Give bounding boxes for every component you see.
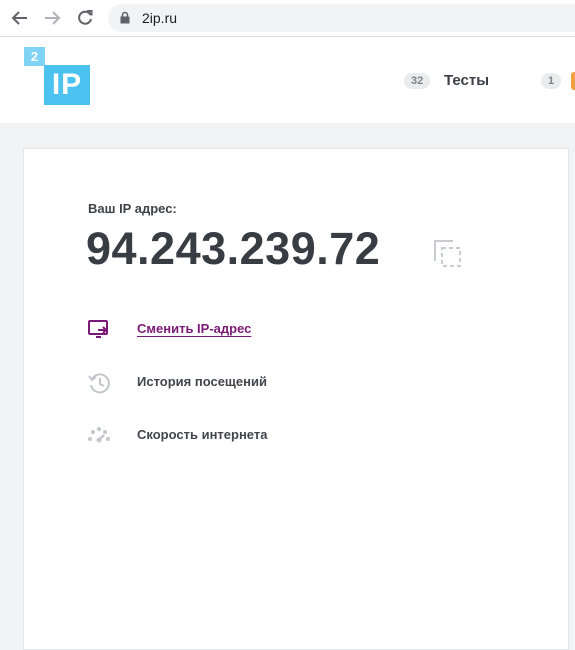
- site-header: 2 IP 32 Тесты 1: [0, 37, 575, 123]
- change-ip-link[interactable]: Сменить IP-адрес: [137, 321, 251, 336]
- tests-count-badge: 32: [404, 73, 431, 89]
- url-text: 2ip.ru: [142, 10, 178, 26]
- back-icon[interactable]: [10, 8, 30, 28]
- address-bar[interactable]: 2ip.ru: [108, 4, 575, 32]
- logo-badge: 2: [24, 47, 45, 66]
- logo-main: IP: [44, 65, 90, 105]
- change-ip-icon: [87, 318, 113, 342]
- ip-label: Ваш IP адрес:: [88, 201, 177, 216]
- browser-toolbar: 2ip.ru: [0, 0, 575, 37]
- nav-tests-link[interactable]: Тесты: [444, 72, 489, 89]
- forward-icon[interactable]: [42, 8, 62, 28]
- speed-link[interactable]: Скорость интернета: [137, 427, 267, 442]
- speedometer-icon: [87, 424, 113, 448]
- nav-item-icon[interactable]: [571, 72, 575, 90]
- reload-icon[interactable]: [75, 8, 95, 28]
- lock-icon: [120, 11, 130, 29]
- ip-card: Ваш IP адрес: 94.243.239.72 Сменить IP-а…: [23, 148, 569, 650]
- history-icon: [87, 371, 113, 395]
- second-count-badge: 1: [541, 73, 562, 89]
- history-link[interactable]: История посещений: [137, 374, 267, 389]
- site-logo[interactable]: 2 IP: [24, 47, 92, 117]
- copy-icon[interactable]: [433, 239, 463, 269]
- ip-address: 94.243.239.72: [86, 223, 381, 274]
